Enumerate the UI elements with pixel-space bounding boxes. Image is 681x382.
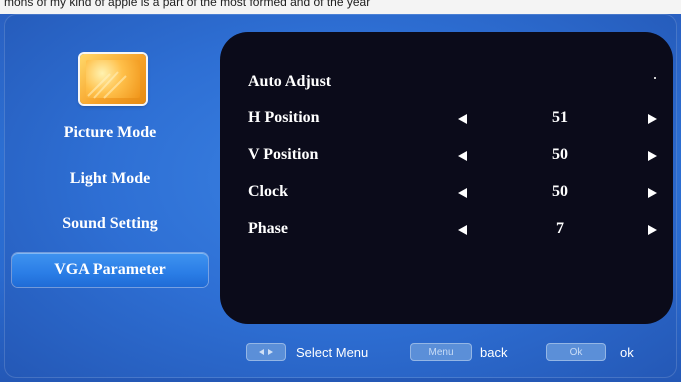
sidebar-item-vga-parameter[interactable]: VGA Parameter — [12, 253, 208, 287]
top-strip-text: mons of my kind of apple is a part of th… — [4, 0, 371, 9]
select-menu-button[interactable] — [246, 343, 286, 361]
top-strip: mons of my kind of apple is a part of th… — [0, 0, 681, 14]
sidebar-item-label: Light Mode — [69, 170, 151, 187]
sidebar-item-sound-setting[interactable]: Sound Setting — [12, 207, 208, 241]
ok-label: ok — [620, 344, 634, 360]
v-position-label: V Position — [248, 146, 319, 163]
clock-label: Clock — [248, 183, 288, 200]
arrow-right-icon[interactable] — [648, 114, 657, 124]
sidebar-item-label: Sound Setting — [62, 215, 158, 232]
picture-settings-icon — [80, 54, 146, 104]
sidebar-item-label: VGA Parameter — [54, 261, 166, 278]
auto-adjust-label: Auto Adjust — [248, 73, 332, 90]
arrow-right-icon[interactable] — [648, 225, 657, 235]
arrow-left-icon[interactable] — [458, 225, 467, 235]
sidebar-item-picture-mode[interactable]: Picture Mode — [12, 116, 208, 150]
h-position-row[interactable]: H Position 51 — [248, 105, 658, 133]
select-menu-label: Select Menu — [296, 344, 369, 360]
phase-row[interactable]: Phase 7 — [248, 216, 658, 244]
menu-button-text: Menu — [428, 346, 454, 358]
sidebar-item-light-mode[interactable]: Light Mode — [12, 162, 208, 196]
logo-rays — [87, 71, 127, 99]
arrow-right-icon[interactable] — [648, 188, 657, 198]
arrow-right-icon[interactable] — [648, 151, 657, 161]
arrow-left-icon[interactable] — [458, 188, 467, 198]
ok-button-text: Ok — [569, 346, 583, 358]
arrow-left-icon — [259, 349, 264, 355]
vga-parameter-panel: Auto Adjust H Position 51 V Position 50 … — [220, 32, 673, 324]
panel-speck — [654, 77, 656, 79]
auto-adjust-row[interactable]: Auto Adjust — [248, 69, 658, 97]
arrow-left-icon[interactable] — [458, 151, 467, 161]
v-position-row[interactable]: V Position 50 — [248, 142, 658, 170]
phase-label: Phase — [248, 220, 288, 237]
v-position-value: 50 — [552, 146, 568, 163]
menu-button[interactable]: Menu — [410, 343, 472, 361]
back-label: back — [480, 344, 508, 360]
sidebar-item-label: Picture Mode — [63, 124, 157, 141]
h-position-value: 51 — [552, 109, 568, 126]
phase-value: 7 — [556, 220, 564, 237]
clock-row[interactable]: Clock 50 — [248, 179, 658, 207]
arrow-right-icon — [268, 349, 273, 355]
ok-button[interactable]: Ok — [546, 343, 606, 361]
h-position-label: H Position — [248, 109, 320, 126]
arrow-left-icon[interactable] — [458, 114, 467, 124]
clock-value: 50 — [552, 183, 568, 200]
